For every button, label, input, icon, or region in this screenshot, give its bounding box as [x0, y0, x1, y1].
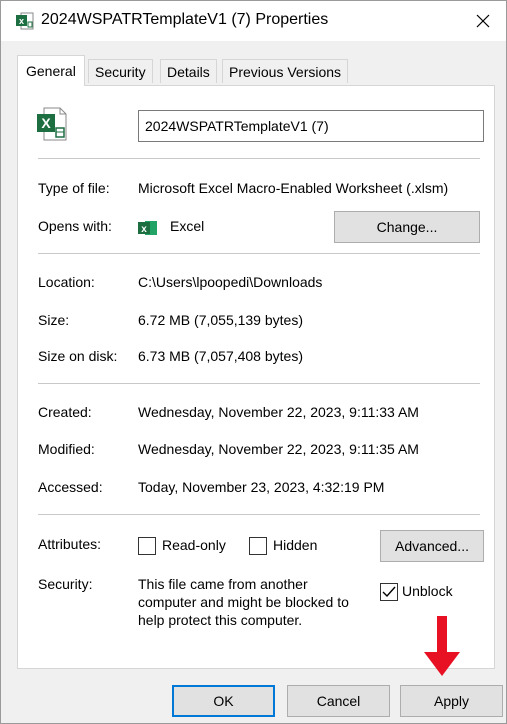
security-label: Security:: [38, 576, 93, 592]
ok-button[interactable]: OK: [172, 685, 275, 717]
excel-file-icon: x: [16, 12, 34, 30]
close-button[interactable]: [460, 1, 506, 41]
readonly-checkbox[interactable]: [138, 537, 156, 555]
apply-button[interactable]: Apply: [400, 685, 503, 717]
close-icon: [476, 14, 490, 28]
excel-app-icon: x: [138, 221, 157, 235]
size-on-disk-label: Size on disk:: [38, 348, 118, 364]
tab-security[interactable]: Security: [88, 59, 153, 83]
unblock-label[interactable]: Unblock: [402, 583, 453, 599]
change-button[interactable]: Change...: [334, 211, 480, 243]
unblock-checkbox[interactable]: [380, 583, 398, 601]
tab-general[interactable]: General: [17, 55, 85, 86]
tab-details[interactable]: Details: [160, 59, 217, 83]
separator: [38, 383, 480, 384]
location-label: Location:: [38, 274, 95, 290]
size-label: Size:: [38, 312, 70, 328]
security-text-line-2: computer and might be blocked to: [138, 594, 349, 610]
properties-dialog: x 2024WSPATRTemplateV1 (7) Properties Ge…: [0, 0, 507, 724]
file-name-field[interactable]: [138, 110, 484, 142]
accessed-label: Accessed:: [38, 479, 103, 495]
tab-previous-versions[interactable]: Previous Versions: [222, 59, 349, 83]
type-of-file-label: Type of file:: [38, 180, 110, 196]
attributes-label: Attributes:: [38, 536, 102, 552]
checkmark-icon: [382, 586, 396, 598]
size-value: 6.72 MB (7,055,139 bytes): [138, 312, 303, 328]
separator: [38, 253, 480, 254]
svg-text:x: x: [19, 16, 24, 26]
hidden-label[interactable]: Hidden: [273, 537, 317, 553]
general-panel: X Type of file: Microsoft Excel Macro-En…: [17, 85, 495, 669]
red-down-arrow-icon: [424, 616, 460, 676]
window-title: 2024WSPATRTemplateV1 (7) Properties: [41, 11, 329, 28]
svg-text:X: X: [41, 115, 51, 131]
modified-value: Wednesday, November 22, 2023, 9:11:35 AM: [138, 441, 419, 457]
opens-with-label: Opens with:: [38, 218, 112, 234]
created-label: Created:: [38, 404, 92, 420]
separator: [38, 514, 480, 515]
title-bar[interactable]: x 2024WSPATRTemplateV1 (7) Properties: [1, 1, 506, 41]
created-value: Wednesday, November 22, 2023, 9:11:33 AM: [138, 404, 419, 420]
security-text-line-3: help protect this computer.: [138, 612, 303, 628]
type-of-file-value: Microsoft Excel Macro-Enabled Worksheet …: [138, 180, 449, 196]
hidden-checkbox[interactable]: [249, 537, 267, 555]
security-text-line-1: This file came from another: [138, 576, 308, 592]
location-value: C:\Users\lpoopedi\Downloads: [138, 274, 323, 290]
accessed-value: Today, November 23, 2023, 4:32:19 PM: [138, 479, 385, 495]
readonly-label[interactable]: Read-only: [162, 537, 226, 553]
opens-with-app: Excel: [170, 218, 205, 234]
size-on-disk-value: 6.73 MB (7,057,408 bytes): [138, 348, 303, 364]
modified-label: Modified:: [38, 441, 95, 457]
advanced-button[interactable]: Advanced...: [380, 530, 484, 562]
separator: [38, 158, 480, 159]
svg-text:x: x: [141, 224, 147, 235]
cancel-button[interactable]: Cancel: [287, 685, 390, 717]
excel-file-icon: X: [37, 107, 67, 141]
